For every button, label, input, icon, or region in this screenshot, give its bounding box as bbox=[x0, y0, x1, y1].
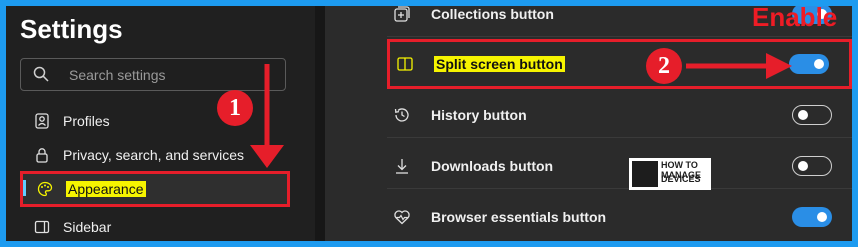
arrow-1-head bbox=[250, 145, 284, 168]
step-1-badge: 1 bbox=[217, 90, 253, 126]
annotation-arrows bbox=[250, 53, 792, 168]
step-2-badge: 2 bbox=[646, 48, 682, 84]
screenshot-frame: Settings Search settings Profiles Privac… bbox=[0, 0, 858, 247]
arrow-2-head bbox=[766, 53, 792, 79]
logo-text-line2: DEVICES bbox=[661, 174, 701, 184]
enable-annotation: Enable bbox=[752, 2, 838, 32]
logo-mark bbox=[632, 161, 658, 187]
how-to-manage-devices-logo: HOW TO MANAGE DEVICES bbox=[629, 158, 711, 190]
